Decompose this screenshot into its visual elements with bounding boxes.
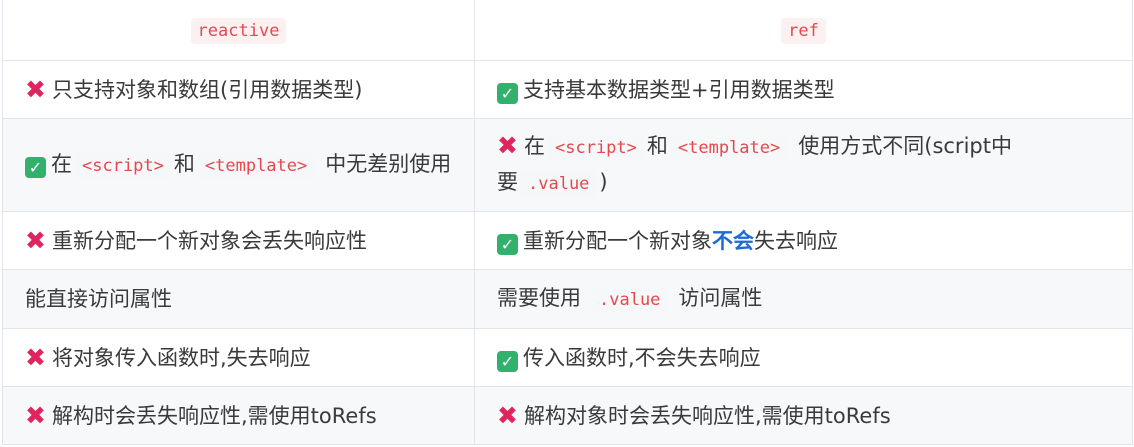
cross-mark-icon: ✖ [25, 342, 46, 372]
header-cell-reactive: reactive [2, 0, 475, 61]
header-reactive-code: reactive [190, 18, 287, 44]
cell-text: 重新分配一个新对象会丢失响应性 [52, 228, 367, 253]
comparison-table: reactive ref ✖ 只支持对象和数组(引用数据类型) ✓ 支持基本数据类型… [2, 0, 1133, 445]
table-row: ✖ 只支持对象和数组(引用数据类型) ✓ 支持基本数据类型+引用数据类型 [2, 60, 1133, 119]
cell-text: 和 [646, 134, 668, 158]
script-tag-code: <script> [548, 135, 644, 161]
cell-text: 使用方式不同(script中 [798, 134, 1012, 158]
cell-text: 在 [51, 152, 72, 176]
cell-text: 在 [524, 134, 545, 158]
reactive-cell: ✓ 在 <script> 和 <template> 中无差别使用 [2, 118, 475, 212]
ref-cell: ✖ 在 <script> 和 <template> 使用方式不同(script中要 .val… [474, 118, 1133, 212]
value-code: .value [592, 287, 668, 313]
cell-text: 失去响应 [754, 228, 838, 253]
cell-text: 能直接访问属性 [25, 287, 172, 311]
ref-cell: ✓ 传入函数时,不会失去响应 [474, 328, 1133, 387]
reactive-cell: ✖ 只支持对象和数组(引用数据类型) [2, 60, 475, 119]
table-header-row: reactive ref [2, 0, 1133, 61]
cross-mark-icon: ✖ [497, 400, 518, 430]
reactive-cell: ✖ 解构时会丢失响应性,需使用toRefs [2, 386, 475, 445]
header-ref-code: ref [781, 18, 826, 44]
ref-cell: ✖ 解构对象时会丢失响应性,需使用toRefs [474, 386, 1133, 445]
reactive-cell: 能直接访问属性 [2, 269, 475, 329]
ref-cell: 需要使用 .value 访问属性 [474, 269, 1133, 329]
ref-cell: ✓ 重新分配一个新对象不会失去响应 [474, 211, 1133, 270]
table-row: 能直接访问属性 需要使用 .value 访问属性 [2, 269, 1133, 329]
value-code: .value [521, 171, 597, 197]
cell-text: 只支持对象和数组(引用数据类型) [52, 77, 363, 102]
template-tag-code: <template> [197, 153, 315, 179]
comparison-view: reactive ref ✖ 只支持对象和数组(引用数据类型) ✓ 支持基本数据类型… [0, 0, 1134, 447]
cell-text: 解构对象时会丢失响应性,需使用toRefs [524, 403, 891, 428]
cross-mark-icon: ✖ [497, 131, 518, 160]
script-tag-code: <script> [75, 153, 171, 179]
check-mark-icon: ✓ [497, 350, 518, 372]
cross-mark-icon: ✖ [25, 400, 46, 430]
check-mark-icon: ✓ [497, 233, 518, 255]
cross-mark-icon: ✖ [25, 74, 46, 104]
cell-text: 将对象传入函数时,失去响应 [52, 345, 311, 370]
cell-text: 解构时会丢失响应性,需使用toRefs [52, 403, 377, 428]
table-row: ✖ 将对象传入函数时,失去响应 ✓ 传入函数时,不会失去响应 [2, 328, 1133, 387]
cell-text: ) [599, 170, 608, 194]
header-cell-ref: ref [474, 0, 1133, 61]
cell-text: 重新分配一个新对象 [523, 228, 712, 253]
cell-text: 传入函数时,不会失去响应 [523, 345, 761, 370]
check-mark-icon: ✓ [497, 82, 518, 104]
template-tag-code: <template> [670, 135, 788, 161]
reactive-cell: ✖ 重新分配一个新对象会丢失响应性 [2, 211, 475, 270]
ref-cell: ✓ 支持基本数据类型+引用数据类型 [474, 60, 1133, 119]
cell-text: 支持基本数据类型+引用数据类型 [523, 77, 835, 102]
check-mark-icon: ✓ [25, 157, 46, 178]
cell-text: 要 [497, 170, 518, 194]
table-row: ✖ 重新分配一个新对象会丢失响应性 ✓ 重新分配一个新对象不会失去响应 [2, 211, 1133, 270]
cell-text: 中无差别使用 [325, 152, 452, 176]
cell-text: 访问属性 [678, 286, 763, 310]
reactive-cell: ✖ 将对象传入函数时,失去响应 [2, 328, 475, 387]
cell-text: 和 [173, 152, 195, 176]
highlight-text: 不会 [712, 228, 754, 253]
table-row: ✓ 在 <script> 和 <template> 中无差别使用 ✖ 在 <script> 和 <… [2, 118, 1133, 212]
cross-mark-icon: ✖ [25, 225, 46, 255]
cell-text: 需要使用 [497, 286, 581, 310]
table-row: ✖ 解构时会丢失响应性,需使用toRefs ✖ 解构对象时会丢失响应性,需使用toR… [2, 386, 1133, 445]
